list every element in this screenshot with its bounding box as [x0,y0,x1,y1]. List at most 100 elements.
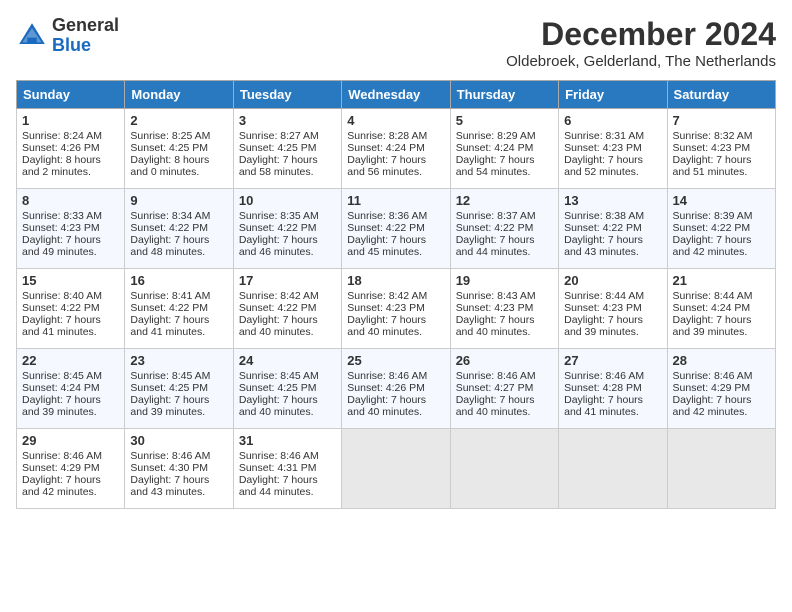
calendar-cell: 13Sunrise: 8:38 AMSunset: 4:22 PMDayligh… [559,189,667,269]
col-header-thursday: Thursday [450,81,558,109]
day-info: and 40 minutes. [347,326,444,338]
day-info: Sunset: 4:24 PM [673,302,770,314]
day-info: Sunset: 4:22 PM [22,302,119,314]
day-info: Sunrise: 8:32 AM [673,130,770,142]
day-number: 29 [22,433,119,448]
day-info: and 49 minutes. [22,246,119,258]
week-row-5: 29Sunrise: 8:46 AMSunset: 4:29 PMDayligh… [17,429,776,509]
day-number: 4 [347,113,444,128]
calendar-cell: 28Sunrise: 8:46 AMSunset: 4:29 PMDayligh… [667,349,775,429]
day-info: Sunset: 4:25 PM [130,382,227,394]
day-info: Sunset: 4:25 PM [239,382,336,394]
day-info: Sunrise: 8:25 AM [130,130,227,142]
day-number: 28 [673,353,770,368]
col-header-sunday: Sunday [17,81,125,109]
calendar-cell [342,429,450,509]
calendar-cell: 21Sunrise: 8:44 AMSunset: 4:24 PMDayligh… [667,269,775,349]
day-info: Sunrise: 8:38 AM [564,210,661,222]
calendar-cell: 12Sunrise: 8:37 AMSunset: 4:22 PMDayligh… [450,189,558,269]
calendar-cell: 4Sunrise: 8:28 AMSunset: 4:24 PMDaylight… [342,109,450,189]
day-number: 31 [239,433,336,448]
day-number: 15 [22,273,119,288]
calendar-cell [559,429,667,509]
day-info: Daylight: 7 hours [673,314,770,326]
day-info: Daylight: 7 hours [347,394,444,406]
day-info: Sunset: 4:23 PM [347,302,444,314]
day-number: 13 [564,193,661,208]
col-header-tuesday: Tuesday [233,81,341,109]
day-info: Sunset: 4:22 PM [239,302,336,314]
day-number: 21 [673,273,770,288]
calendar-cell [667,429,775,509]
day-info: and 54 minutes. [456,166,553,178]
day-info: Sunrise: 8:46 AM [564,370,661,382]
calendar-cell: 15Sunrise: 8:40 AMSunset: 4:22 PMDayligh… [17,269,125,349]
day-info: and 43 minutes. [130,486,227,498]
calendar-cell: 14Sunrise: 8:39 AMSunset: 4:22 PMDayligh… [667,189,775,269]
day-info: Sunset: 4:22 PM [130,302,227,314]
day-number: 26 [456,353,553,368]
day-info: Sunset: 4:28 PM [564,382,661,394]
calendar-cell: 1Sunrise: 8:24 AMSunset: 4:26 PMDaylight… [17,109,125,189]
day-info: Sunrise: 8:37 AM [456,210,553,222]
col-header-saturday: Saturday [667,81,775,109]
location-title: Oldebroek, Gelderland, The Netherlands [506,53,776,70]
day-number: 14 [673,193,770,208]
day-info: Daylight: 7 hours [22,394,119,406]
calendar-cell: 6Sunrise: 8:31 AMSunset: 4:23 PMDaylight… [559,109,667,189]
calendar-cell: 9Sunrise: 8:34 AMSunset: 4:22 PMDaylight… [125,189,233,269]
day-number: 16 [130,273,227,288]
day-info: Sunrise: 8:46 AM [456,370,553,382]
day-number: 3 [239,113,336,128]
day-info: and 56 minutes. [347,166,444,178]
week-row-3: 15Sunrise: 8:40 AMSunset: 4:22 PMDayligh… [17,269,776,349]
calendar-cell: 29Sunrise: 8:46 AMSunset: 4:29 PMDayligh… [17,429,125,509]
day-info: Daylight: 8 hours [130,154,227,166]
day-info: Daylight: 7 hours [347,234,444,246]
calendar-cell: 30Sunrise: 8:46 AMSunset: 4:30 PMDayligh… [125,429,233,509]
day-info: Sunset: 4:26 PM [347,382,444,394]
day-info: Sunrise: 8:24 AM [22,130,119,142]
day-info: Daylight: 7 hours [239,154,336,166]
day-info: Daylight: 7 hours [239,474,336,486]
day-info: Sunrise: 8:46 AM [673,370,770,382]
day-info: and 51 minutes. [673,166,770,178]
day-info: Sunset: 4:22 PM [564,222,661,234]
day-info: and 39 minutes. [564,326,661,338]
day-info: and 2 minutes. [22,166,119,178]
day-info: Sunrise: 8:42 AM [239,290,336,302]
calendar-cell: 26Sunrise: 8:46 AMSunset: 4:27 PMDayligh… [450,349,558,429]
day-info: and 58 minutes. [239,166,336,178]
day-info: Daylight: 7 hours [347,154,444,166]
calendar-header-row: SundayMondayTuesdayWednesdayThursdayFrid… [17,81,776,109]
day-info: Sunrise: 8:34 AM [130,210,227,222]
day-info: and 39 minutes. [22,406,119,418]
month-title: December 2024 [506,16,776,53]
day-info: and 41 minutes. [22,326,119,338]
day-number: 24 [239,353,336,368]
logo-icon [16,20,48,52]
day-number: 20 [564,273,661,288]
day-info: Sunrise: 8:41 AM [130,290,227,302]
day-info: and 39 minutes. [673,326,770,338]
calendar-table: SundayMondayTuesdayWednesdayThursdayFrid… [16,80,776,509]
calendar-cell: 27Sunrise: 8:46 AMSunset: 4:28 PMDayligh… [559,349,667,429]
day-number: 18 [347,273,444,288]
day-number: 25 [347,353,444,368]
day-info: Daylight: 7 hours [564,314,661,326]
day-number: 10 [239,193,336,208]
day-info: Sunset: 4:29 PM [673,382,770,394]
col-header-monday: Monday [125,81,233,109]
calendar-cell: 2Sunrise: 8:25 AMSunset: 4:25 PMDaylight… [125,109,233,189]
calendar-cell: 17Sunrise: 8:42 AMSunset: 4:22 PMDayligh… [233,269,341,349]
day-info: Daylight: 7 hours [22,234,119,246]
day-info: Sunset: 4:24 PM [456,142,553,154]
day-number: 22 [22,353,119,368]
day-info: Daylight: 7 hours [456,154,553,166]
day-info: Sunset: 4:27 PM [456,382,553,394]
day-info: and 40 minutes. [239,326,336,338]
day-info: and 42 minutes. [673,246,770,258]
day-info: Daylight: 7 hours [130,314,227,326]
day-number: 12 [456,193,553,208]
day-info: Daylight: 7 hours [456,234,553,246]
